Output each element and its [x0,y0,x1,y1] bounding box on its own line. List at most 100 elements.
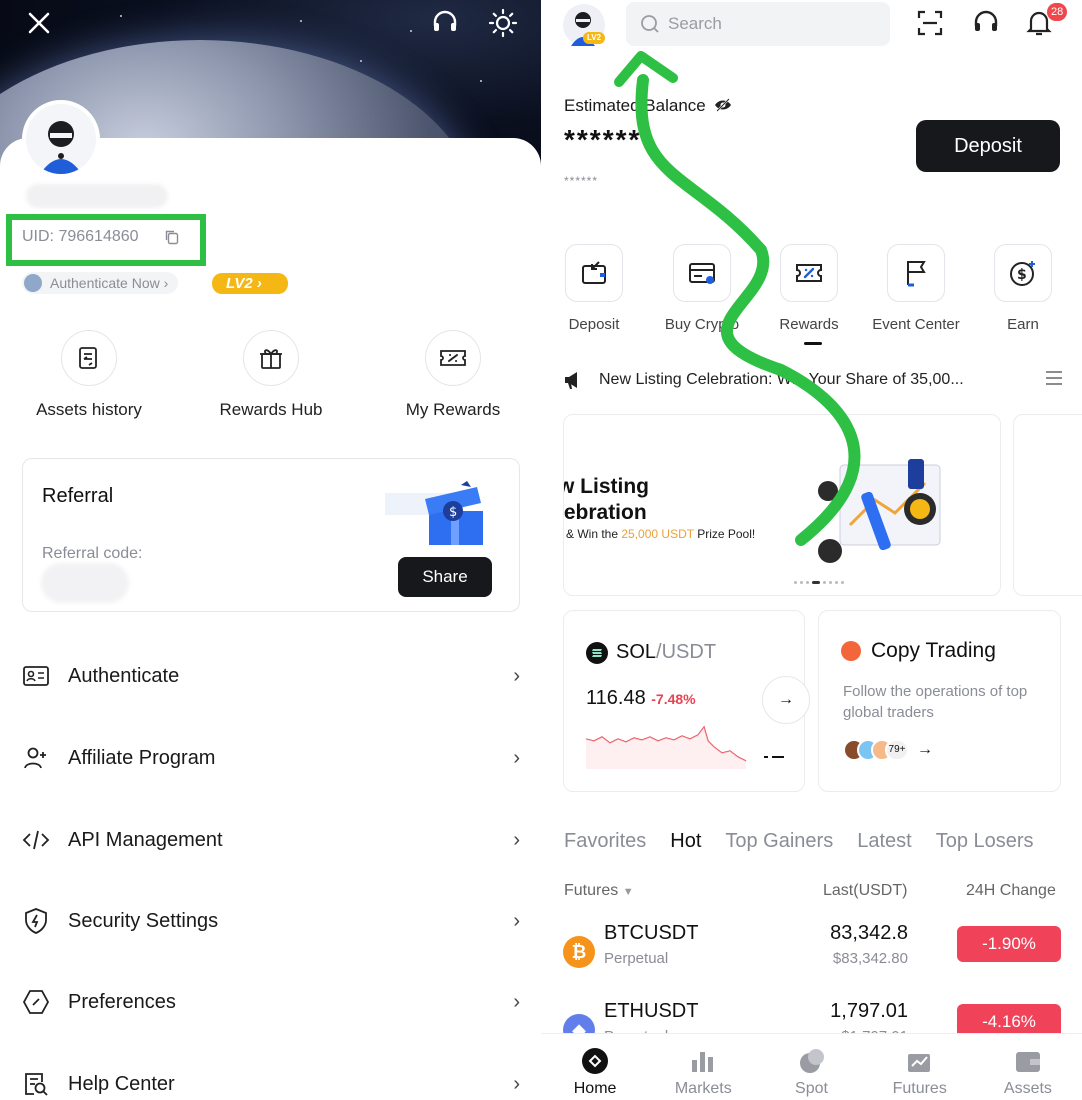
quick-action-assets-history[interactable]: Assets history [9,330,169,420]
shortcut-label: Earn [1007,316,1039,333]
caret-down-icon: ▼ [622,886,634,898]
flame-icon [841,641,861,661]
authenticate-now-pill[interactable]: Authenticate Now › [22,272,179,294]
last-price-header[interactable]: Last(USDT) [823,882,907,900]
change-header[interactable]: 24H Change [966,882,1056,900]
shield-icon [22,907,50,935]
avatar[interactable] [22,100,100,178]
theme-sun-icon[interactable] [488,8,518,38]
headset-icon[interactable] [971,8,1001,38]
copy-icon[interactable] [164,229,180,245]
announcement-bar[interactable]: New Listing Celebration: Win Your Share … [563,368,1063,392]
share-button[interactable]: Share [398,557,492,597]
level-badge: LV2 [583,32,605,44]
chevron-right-icon: › [513,746,520,769]
svg-text:$: $ [449,505,457,520]
nav-markets[interactable]: Markets [649,1034,757,1100]
sol-quote: /USDT [656,641,717,663]
search-input[interactable]: Search [626,2,890,46]
futures-header: Futures [564,882,619,899]
estimated-balance-label[interactable]: Estimated Balance [564,96,732,117]
menu-item-authenticate[interactable]: Authenticate › [22,656,520,696]
dollar-coin-icon: $ [994,244,1052,302]
authenticate-now-label: Authenticate Now [50,275,160,291]
menu-item-label: API Management [68,828,223,851]
list-menu-icon[interactable] [1045,370,1063,391]
help-search-icon [22,1070,50,1098]
tab-hot[interactable]: Hot [670,830,701,853]
bitcoin-icon: ₿ [563,936,595,968]
gift-box-illustration: $ [385,481,505,551]
nav-home[interactable]: Home [541,1034,649,1100]
uid-text: UID: 796614860 [22,228,139,245]
megaphone-icon [563,370,583,390]
headset-icon[interactable] [430,8,460,38]
chevron-right-icon: › [513,990,520,1013]
menu-item-label: Help Center [68,1072,175,1095]
arrow-right-button[interactable]: → [762,676,810,724]
nav-label: Home [573,1080,617,1097]
tab-top-losers[interactable]: Top Losers [936,830,1034,853]
search-icon [640,14,660,34]
menu-item-preferences[interactable]: Preferences › [22,982,520,1022]
verified-check-icon [24,274,42,292]
eye-hidden-icon[interactable] [714,97,732,117]
shortcut-deposit[interactable]: Deposit [544,244,644,333]
sol-base: SOL [616,641,657,663]
shortcut-event-center[interactable]: Event Center [866,244,966,333]
futures-filter[interactable]: Futures ▼ [564,882,634,900]
level-badge[interactable]: LV2 › [212,273,288,294]
shortcut-buy-crypto[interactable]: Buy Crypto [652,244,752,333]
coin-price: 1,797.01 [830,1000,908,1022]
sol-sparkline [584,719,784,774]
search-placeholder: Search [668,14,722,33]
menu-item-label: Preferences [68,990,176,1013]
quick-action-rewards-hub[interactable]: Rewards Hub [191,330,351,420]
banner-pagination [794,581,844,584]
nav-spot[interactable]: Spot [757,1034,865,1100]
change-badge[interactable]: -1.90% [957,926,1061,962]
shortcut-earn[interactable]: $ Earn [973,244,1073,333]
menu-item-api-management[interactable]: API Management › [22,820,520,860]
deposit-button[interactable]: Deposit [916,120,1060,172]
user-plus-icon [22,744,50,772]
menu-item-affiliate-program[interactable]: Affiliate Program › [22,738,520,778]
next-banner-peek[interactable] [1013,414,1082,596]
tab-top-gainers[interactable]: Top Gainers [725,830,833,853]
shortcut-label: Event Center [872,316,960,333]
nav-assets[interactable]: Assets [974,1034,1082,1100]
promo-banner[interactable]: w Listing lebration & Win the 25,000 USD… [563,414,1001,596]
carousel-indicator [804,342,822,345]
copy-trading-card[interactable]: Copy Trading Follow the operations of to… [818,610,1061,792]
sol-price-line: 116.48 -7.48% [586,687,696,710]
scan-icon[interactable] [915,8,945,38]
announcement-text: New Listing Celebration: Win Your Share … [599,371,964,388]
svg-text:$: $ [1017,267,1027,283]
menu-item-security-settings[interactable]: Security Settings › [22,901,520,941]
wallet-in-icon [565,244,623,302]
close-icon[interactable] [24,8,54,38]
table-row[interactable]: ₿ BTCUSDT Perpetual 83,342.8 $83,342.80 … [563,922,1061,982]
copy-trading-title: Copy Trading [871,639,996,662]
card-icon [673,244,731,302]
sol-price: 116.48 [586,687,646,709]
nav-label: Futures [892,1080,947,1097]
nav-label: Assets [1003,1080,1052,1097]
referral-card: Referral Referral code: $ Share [22,458,520,612]
id-card-icon [22,662,50,690]
level-label: LV2 [226,275,253,292]
chevron-right-icon: › [513,909,520,932]
estimated-balance-text: Estimated Balance [564,96,706,115]
tab-favorites[interactable]: Favorites [564,830,646,853]
menu-item-label: Affiliate Program [68,746,216,769]
tab-latest[interactable]: Latest [857,830,911,853]
copy-trading-title-row: Copy Trading [841,639,996,663]
menu-item-help-center[interactable]: Help Center › [22,1064,520,1100]
nav-futures[interactable]: Futures [866,1034,974,1100]
avatar[interactable]: LV2 [563,4,605,46]
gift-icon [243,330,299,386]
home-panel: LV2 Search 28 Estimated Balance ****** *… [541,0,1082,1100]
shortcut-rewards[interactable]: Rewards [759,244,859,333]
coupon-icon [780,244,838,302]
quick-action-my-rewards[interactable]: My Rewards [373,330,533,420]
